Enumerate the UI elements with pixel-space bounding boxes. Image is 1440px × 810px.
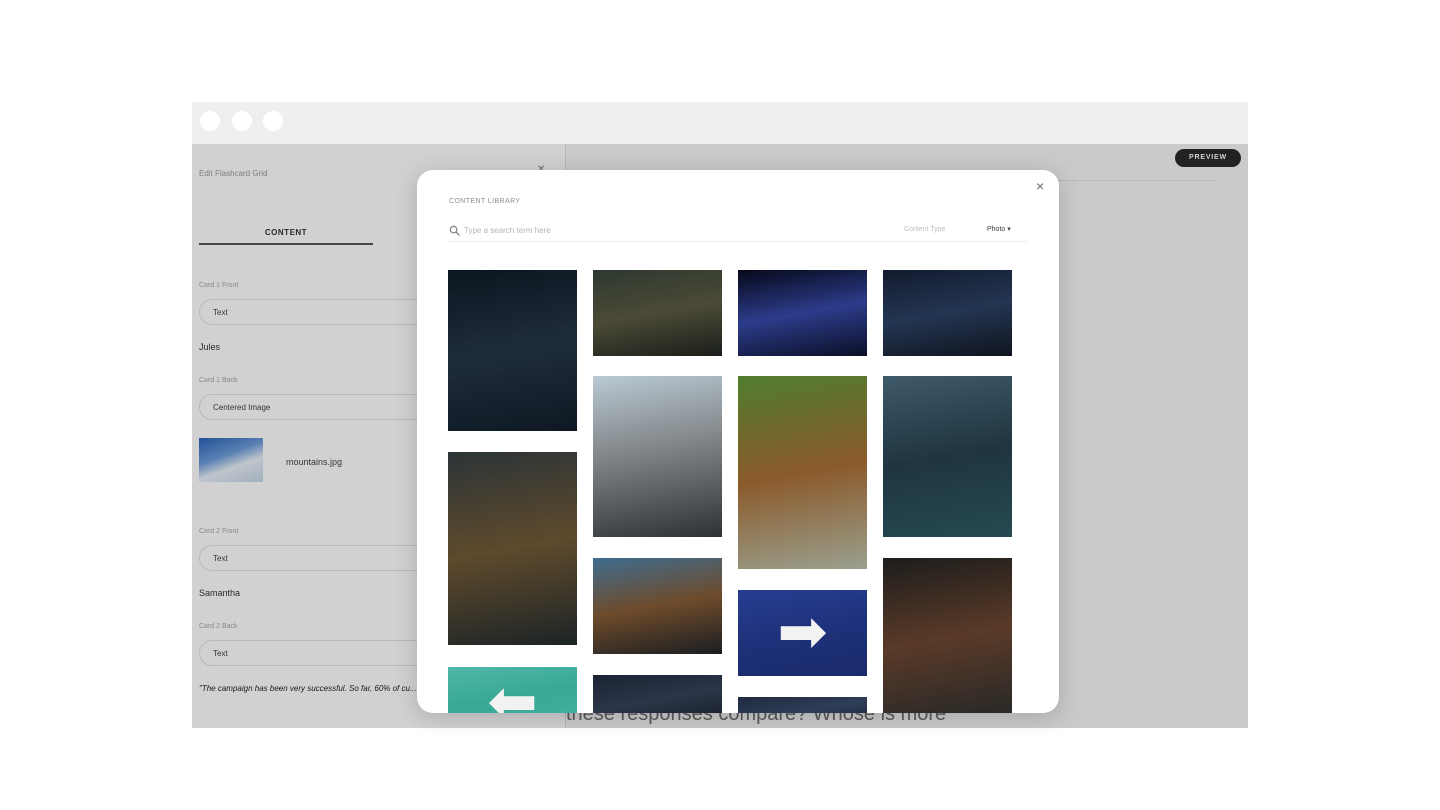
photo-arrow-sign-blue-wall[interactable]: ➡ [738, 590, 867, 676]
window-maximize-dot[interactable] [263, 111, 283, 131]
photo-wet-road-horizon[interactable] [593, 376, 722, 537]
photo-arrow-sign-teal-wall[interactable]: ⬅ [448, 667, 577, 713]
arrow-right-icon: ➡ [777, 596, 828, 667]
photo-autumn-tree-road[interactable] [448, 452, 577, 645]
window-minimize-dot[interactable] [232, 111, 252, 131]
arrow-left-icon: ⬅ [487, 667, 538, 713]
window-close-dot[interactable] [200, 111, 220, 131]
photo-railway-bridge[interactable] [593, 558, 722, 654]
content-type-label: Content Type [904, 226, 946, 233]
photo-mountain-river-valley[interactable] [883, 376, 1012, 537]
photo-string-lights-street[interactable] [883, 558, 1012, 713]
content-type-dropdown[interactable]: Photo ▾ [987, 225, 1011, 233]
photo-abandoned-bus-night[interactable] [883, 270, 1012, 356]
content-library-modal: CONTENT LIBRARY × Content Type Photo ▾ ➡… [417, 170, 1059, 713]
photo-starry-night-sky[interactable] [593, 675, 722, 713]
photo-hobbit-house-door[interactable] [738, 376, 867, 569]
photo-desk-lamp-room[interactable] [593, 270, 722, 356]
modal-title: CONTENT LIBRARY [449, 198, 521, 205]
search-bar: Content Type Photo ▾ [449, 220, 1027, 242]
search-icon [449, 225, 460, 236]
photo-light-painting-sky[interactable] [738, 270, 867, 356]
photo-city-night-reflections[interactable] [448, 270, 577, 431]
search-input[interactable] [464, 222, 824, 238]
close-icon[interactable]: × [1036, 178, 1044, 194]
photo-dark-blue-photo[interactable] [738, 697, 867, 713]
window-titlebar [192, 102, 1248, 144]
